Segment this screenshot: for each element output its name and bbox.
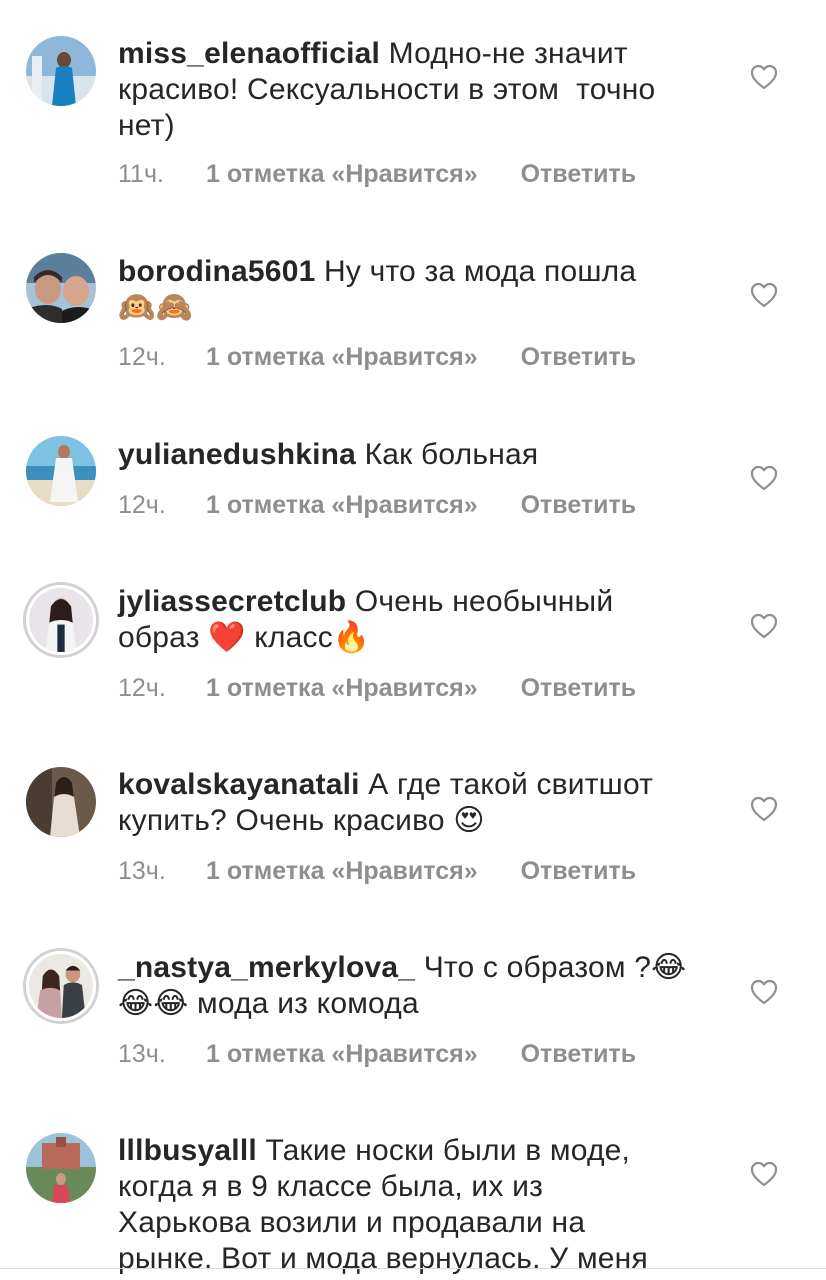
- comment-body: kovalskayanatali А где такой свитшот куп…: [118, 767, 718, 839]
- avatar-photo: [29, 588, 93, 652]
- avatar[interactable]: [26, 36, 96, 106]
- avatar-photo: [26, 1133, 96, 1203]
- comment-time: 13ч.: [118, 1040, 166, 1068]
- avatar-photo: [26, 253, 96, 323]
- heart-outline-icon[interactable]: [750, 465, 778, 491]
- comment-likes[interactable]: 1 отметка «Нравится»: [206, 674, 478, 703]
- reply-button[interactable]: Ответить: [521, 491, 637, 520]
- comment-time: 12ч.: [118, 491, 166, 519]
- comment-username[interactable]: _nastya_merkylova_: [118, 951, 415, 984]
- comment-username[interactable]: lllbusyalll: [118, 1134, 257, 1167]
- comment-meta: 13ч. 1 отметка «Нравится» Ответить: [118, 857, 636, 886]
- heart-outline-icon[interactable]: [750, 282, 778, 308]
- comment-text: Как больная: [364, 438, 539, 471]
- comment-body: jyliassecretclub Очень необычный образ ❤…: [118, 584, 718, 656]
- avatar[interactable]: [26, 1133, 96, 1203]
- avatar[interactable]: [26, 436, 96, 506]
- comment-time: 11ч.: [118, 160, 164, 188]
- comment-time: 13ч.: [118, 857, 166, 885]
- heart-outline-icon[interactable]: [750, 796, 778, 822]
- avatar-photo: [29, 954, 93, 1018]
- avatar-photo: [26, 767, 96, 837]
- avatar-photo: [26, 436, 96, 506]
- comment-body: _nastya_merkylova_ Что с образом ?😂 😂😂 м…: [118, 950, 718, 1022]
- comment-meta: 12ч. 1 отметка «Нравится» Ответить: [118, 343, 636, 372]
- avatar[interactable]: [26, 767, 96, 837]
- comment-body: yulianedushkina Как больная: [118, 437, 718, 473]
- comment-meta: 13ч. 1 отметка «Нравится» Ответить: [118, 1040, 636, 1069]
- comment-time: 12ч.: [118, 674, 166, 702]
- comment-body: miss_elenaofficial Модно-не значит краси…: [118, 36, 718, 144]
- avatar-photo: [26, 36, 96, 106]
- comment-meta: 12ч. 1 отметка «Нравится» Ответить: [118, 491, 636, 520]
- comment-time: 12ч.: [118, 343, 166, 371]
- comment-likes[interactable]: 1 отметка «Нравится»: [206, 491, 478, 520]
- comment-username[interactable]: jyliassecretclub: [118, 585, 346, 618]
- reply-button[interactable]: Ответить: [521, 1040, 637, 1069]
- bottom-divider: [0, 1268, 826, 1269]
- comment-likes[interactable]: 1 отметка «Нравится»: [206, 343, 478, 372]
- comment-username[interactable]: yulianedushkina: [118, 438, 356, 471]
- heart-outline-icon[interactable]: [750, 979, 778, 1005]
- heart-outline-icon[interactable]: [750, 613, 778, 639]
- avatar[interactable]: [26, 585, 96, 655]
- comment-meta: 12ч. 1 отметка «Нравится» Ответить: [118, 674, 636, 703]
- heart-outline-icon[interactable]: [750, 64, 778, 90]
- comment-username[interactable]: kovalskayanatali: [118, 768, 360, 801]
- comment-likes[interactable]: 1 отметка «Нравится»: [206, 857, 478, 886]
- reply-button[interactable]: Ответить: [521, 674, 637, 703]
- comment-username[interactable]: miss_elenaofficial: [118, 37, 380, 70]
- avatar[interactable]: [26, 951, 96, 1021]
- comment-body: lllbusyalll Такие носки были в моде, ког…: [118, 1133, 718, 1277]
- comment-likes[interactable]: 1 отметка «Нравится»: [206, 1040, 478, 1069]
- comment-likes[interactable]: 1 отметка «Нравится»: [206, 160, 478, 189]
- reply-button[interactable]: Ответить: [521, 160, 637, 189]
- reply-button[interactable]: Ответить: [521, 857, 637, 886]
- reply-button[interactable]: Ответить: [521, 343, 637, 372]
- comment-username[interactable]: borodina5601: [118, 255, 315, 288]
- heart-outline-icon[interactable]: [750, 1161, 778, 1187]
- comment-body: borodina5601 Ну что за мода пошла 🙉🙈: [118, 254, 718, 326]
- avatar[interactable]: [26, 253, 96, 323]
- comment-meta: 11ч. 1 отметка «Нравится» Ответить: [118, 160, 636, 189]
